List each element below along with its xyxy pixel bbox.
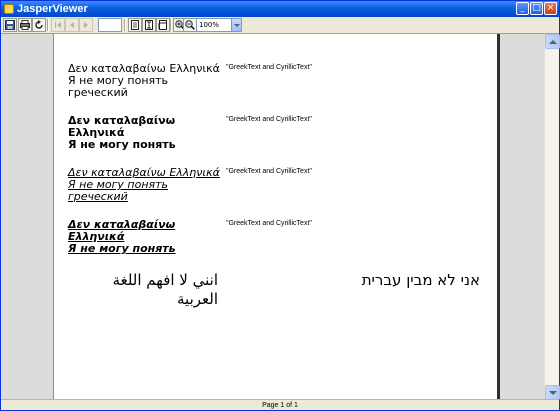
first-page-button[interactable] [51,18,65,32]
toolbar: 100% [1,17,559,33]
cyrillic-text-bold: Я не могу понять [68,138,176,151]
arabic-text-line-2: العربية [177,290,218,308]
maximize-button[interactable]: □ [530,2,543,15]
title-bar[interactable]: JasperViewer _ □ × [1,1,559,17]
save-icon [5,20,15,30]
status-bar: Page 1 of 1 [1,399,559,410]
page-status: Page 1 of 1 [262,402,298,409]
previous-page-button[interactable] [65,18,79,32]
fit-width-button[interactable] [156,18,170,32]
scroll-up-button[interactable] [545,34,560,49]
cyrillic-text-plain-2: греческий [68,86,128,99]
toolbar-separator [170,19,172,31]
page-number-input[interactable] [98,18,122,32]
expression-field: "GreekText and CyrillicText" [226,220,312,227]
zoom-value: 100% [199,21,220,29]
zoom-out-button[interactable] [183,18,197,32]
first-page-icon [55,22,61,28]
scroll-down-button[interactable] [545,385,560,400]
save-button[interactable] [3,18,17,32]
zoom-select[interactable]: 100% [196,18,242,32]
previous-page-icon [70,22,74,28]
print-icon [20,20,30,30]
next-page-button[interactable] [79,18,93,32]
print-button[interactable] [18,18,32,32]
reload-icon [35,20,43,29]
window-title: JasperViewer [17,3,88,15]
minimize-button[interactable]: _ [516,2,529,15]
report-page: Δεν καταλαβαίνω Ελληνικά Я не могу понят… [53,34,497,400]
report-viewer[interactable]: Δεν καταλαβαίνω Ελληνικά Я не могу понят… [1,33,560,400]
jasper-viewer-window: JasperViewer _ □ × 100% Δεν καταλαβαίνω … [0,0,560,411]
expression-field: "GreekText and CyrillicText" [226,168,312,175]
next-page-icon [84,22,88,28]
actual-size-button[interactable] [128,18,142,32]
close-button[interactable]: × [544,2,557,15]
fit-page-icon [145,20,153,30]
hebrew-text: אני לא מבין עברית [361,271,480,289]
vertical-scrollbar[interactable] [544,34,560,400]
toolbar-separator [124,19,126,31]
cyrillic-text-bold-italic-underline: Я не могу понять [68,242,176,255]
fit-width-icon [158,20,167,30]
actual-size-icon [131,20,139,30]
expression-field: "GreekText and CyrillicText" [226,116,312,123]
toolbar-separator [47,19,49,31]
chevron-down-icon[interactable] [231,19,241,31]
app-icon [4,4,14,14]
page-shadow [497,34,500,400]
arabic-text-line-1: انني لا افهم اللغة [112,271,218,289]
reload-button[interactable] [32,18,46,32]
expression-field: "GreekText and CyrillicText" [226,64,312,71]
zoom-out-icon [185,20,195,30]
fit-page-button[interactable] [142,18,156,32]
cyrillic-text-italic-underline-2: греческий [68,190,128,203]
